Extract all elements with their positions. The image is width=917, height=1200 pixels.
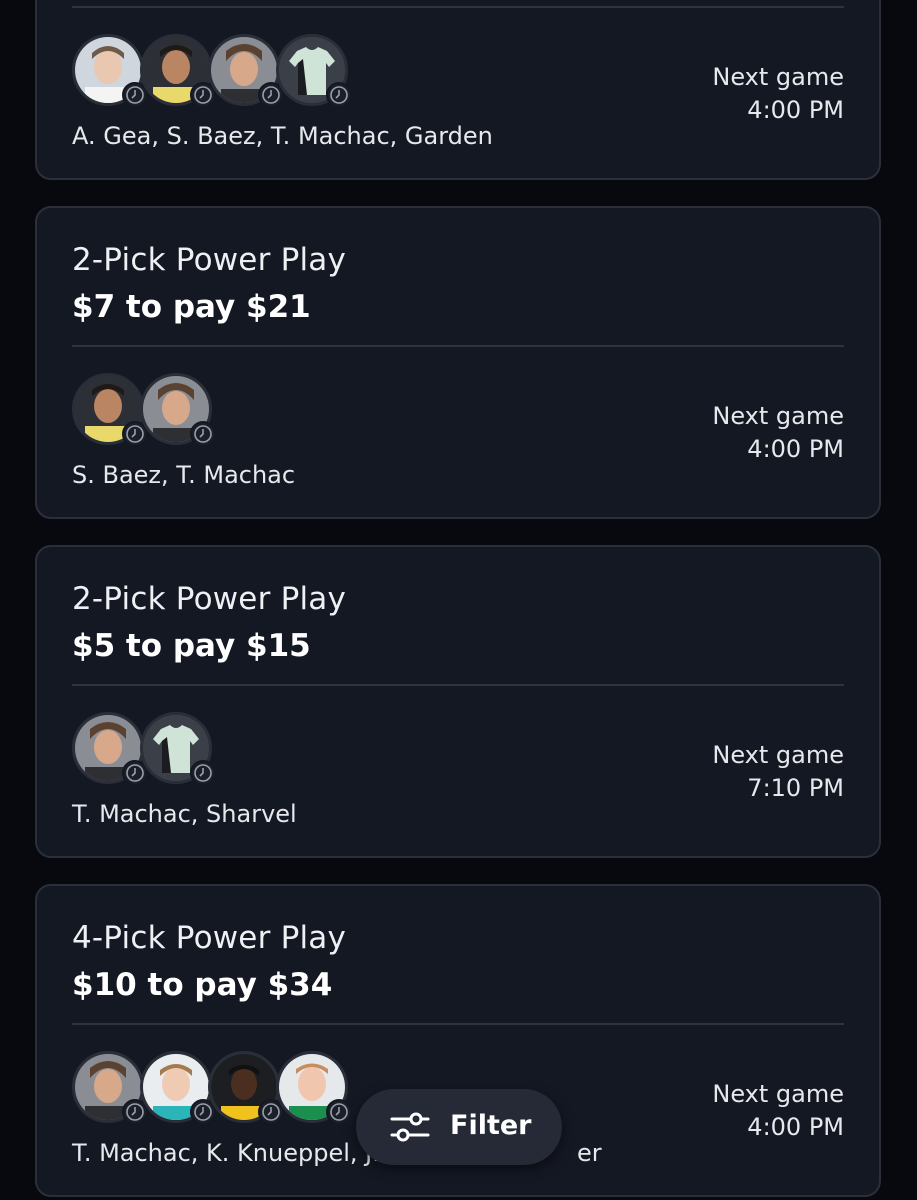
player-names-tail: er: [577, 1139, 602, 1167]
next-game-time: 4:00 PM: [747, 1113, 844, 1141]
clock-icon: [190, 760, 216, 786]
player-names: A. Gea, S. Baez, T. Machac, Garden: [72, 122, 493, 150]
avatar-group: [72, 34, 362, 110]
entry-card-2[interactable]: 2-Pick Power Play $7 to pay $21 S. Baez,…: [35, 206, 881, 519]
avatar-group: [72, 712, 222, 788]
next-game-time: 4:00 PM: [747, 96, 844, 124]
entry-card-3[interactable]: 2-Pick Power Play $5 to pay $15 T. Macha…: [35, 545, 881, 858]
play-type-title: 4-Pick Power Play: [72, 920, 347, 956]
card-divider: [72, 6, 844, 8]
clock-icon: [326, 82, 352, 108]
play-type-title: 2-Pick Power Play: [72, 242, 347, 278]
card-divider: [72, 684, 844, 686]
player-names: S. Baez, T. Machac: [72, 461, 296, 489]
next-game-time: 4:00 PM: [747, 435, 844, 463]
card-divider: [72, 345, 844, 347]
filter-label: Filter: [450, 1110, 532, 1141]
sliders-icon: [390, 1109, 430, 1149]
avatar-group: [72, 373, 222, 449]
clock-icon: [190, 421, 216, 447]
player-names: T. Machac, Sharvel: [72, 800, 297, 828]
next-game-label: Next game: [712, 741, 844, 769]
next-game-label: Next game: [712, 402, 844, 430]
entry-card-1[interactable]: A. Gea, S. Baez, T. Machac, Garden Next …: [35, 0, 881, 180]
payout-amount: $7 to pay $21: [72, 289, 311, 325]
player-names: T. Machac, K. Knueppel, J.: [72, 1139, 380, 1167]
play-type-title: 2-Pick Power Play: [72, 581, 347, 617]
filter-button[interactable]: Filter: [356, 1089, 562, 1165]
card-divider: [72, 1023, 844, 1025]
next-game-time: 7:10 PM: [747, 774, 844, 802]
next-game-label: Next game: [712, 63, 844, 91]
avatar-group: [72, 1051, 362, 1127]
clock-icon: [326, 1099, 352, 1125]
payout-amount: $5 to pay $15: [72, 628, 311, 664]
next-game-label: Next game: [712, 1080, 844, 1108]
payout-amount: $10 to pay $34: [72, 967, 333, 1003]
